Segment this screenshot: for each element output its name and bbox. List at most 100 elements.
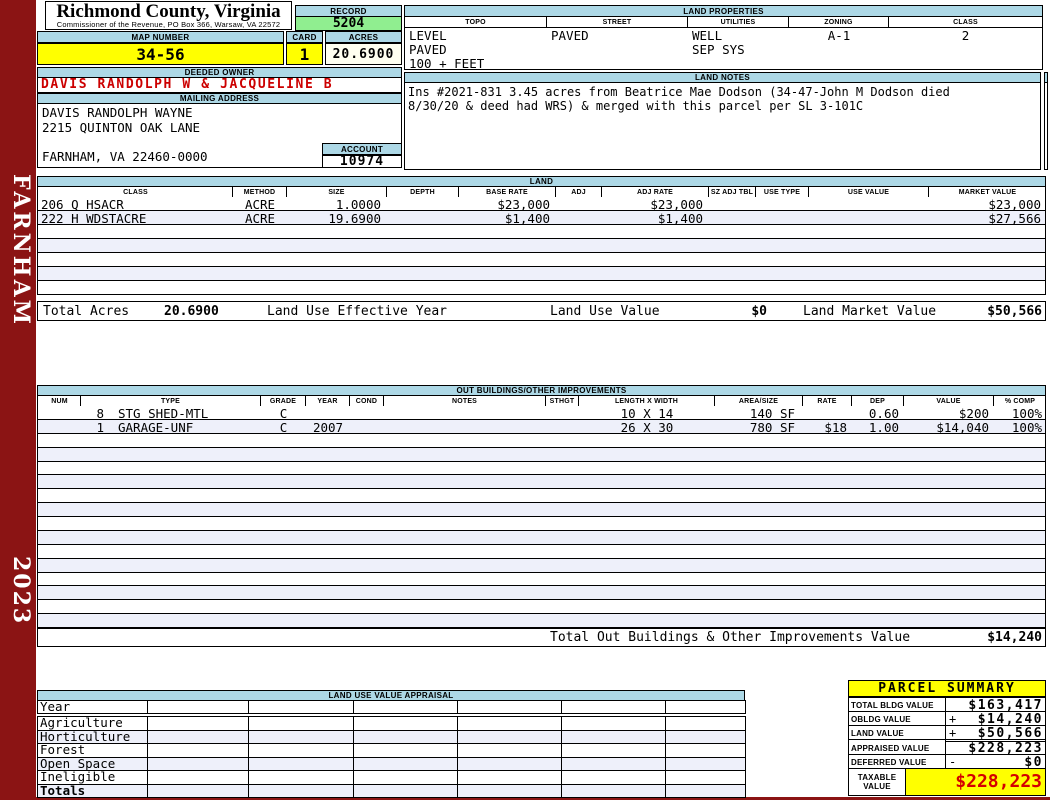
cell-market-value: $27,566 [988,211,1041,226]
summary-row: APPRAISED VALUE $228,223 [848,739,1046,755]
column-header-adj: ADJ [556,187,602,197]
out-buildings-rows: 8 STG SHED-MTL C 10 X 14 140 SF 0.60 $200 100% 1… [37,406,1046,628]
commissioner-line: Commissioner of the Revenue, PO Box 366,… [56,20,281,29]
cell-cond [350,421,384,434]
column-header-area-size: AREA/SIZE [715,396,803,406]
cell-year [306,407,350,420]
class-value: 2 [961,28,970,43]
column-header-adj-rate: ADJ RATE [602,187,709,197]
land-notes-line: 8/30/20 & deed had WRS) & merged with th… [408,99,864,113]
table-row [38,586,1045,601]
cell-year: 2007 [312,419,344,435]
land-use-value-label: Land Use Value [550,304,660,319]
table-row [38,489,1045,504]
card-header: CARD [286,31,323,43]
district-label: FARNHAM [8,174,34,327]
column-header-dep: DEP [852,396,904,406]
utilities-value: WELL [692,28,723,43]
land-notes-title: LAND NOTES [404,72,1041,83]
appraisal-cell [353,716,458,731]
cell-use-type [756,198,809,211]
column-header-base-rate: BASE RATE [459,187,556,197]
cell-size: 19.6900 [328,211,381,226]
cell-cond [350,407,384,420]
cell-num: 8 [96,406,104,421]
land-table-rows: 206 Q HSACR ACRE 1.0000 $23,000 $23,000 $23,0… [37,197,1046,295]
cell-notes [384,407,546,420]
summary-row-label: TOTAL BLDG VALUE [851,701,934,710]
cell-sz-adj-tbl [709,212,756,225]
map-number-header: MAP NUMBER [37,31,284,43]
summary-row-label: OBLDG VALUE [851,715,911,724]
taxable-value-label: TAXABLE VALUE [848,768,906,796]
appraisal-cell [248,743,354,758]
column-header-method: METHOD [233,187,287,197]
cell-value: $200 [958,406,989,421]
appraisal-cell [665,729,746,744]
record-value: 5204 [295,16,402,31]
county-title: Richmond County, Virginia [56,1,281,22]
appraisal-cell [353,756,458,771]
land-totals-row: Total Acres 20.6900 Land Use Effective Y… [37,301,1046,321]
column-header-use-type: USE TYPE [756,187,809,197]
cell-grade: C [279,406,288,421]
summary-row: TOTAL BLDG VALUE $163,417 [848,697,1046,712]
appraisal-cell [147,743,249,758]
topo-value: 100 + FEET [409,56,485,71]
appraisal-row-label: Totals [37,783,148,798]
address-line: DAVIS RANDOLPH WAYNE [42,105,193,120]
appraisal-cell [147,756,249,771]
appraisal-cell [665,770,746,785]
cell-size: 1.0000 [335,197,381,212]
column-header--comp: % COMP [1004,397,1036,405]
column-header-market-value: MARKET VALUE [958,188,1017,196]
cell-use-value [809,212,929,225]
cell-area-size: 780 SF [749,419,795,435]
column-header-class: CLASS [953,18,978,26]
appraisal-cell [353,770,458,785]
map-number-value: 34-56 [37,43,284,65]
appraisal-cell [457,783,562,798]
cell-market-value: $23,000 [988,197,1041,212]
tax-year-label: 2023 [8,556,34,626]
table-row [38,572,1045,587]
appraisal-row-label: Year [37,700,148,714]
cell-base-rate: $1,400 [504,211,550,226]
column-header-zoning: ZONING [789,17,889,27]
cell-depth [387,198,459,211]
cell-method: ACRE [244,211,276,226]
land-properties-column-headers: TOPO STREET UTILITIES ZONING CLASS [405,17,1042,28]
cell-grade: C [279,419,288,435]
column-header-value: VALUE [904,396,994,406]
appraisal-cell [665,716,746,731]
appraisal-cell [561,729,666,744]
cell-num: 1 [96,419,104,435]
appraisal-cell [457,743,562,758]
zoning-value: A-1 [827,28,851,43]
table-row [38,461,1045,476]
column-header-length-x-width: LENGTH X WIDTH [579,396,715,406]
appraisal-cell [457,716,562,731]
appraisal-cell [561,743,666,758]
table-row [38,433,1045,448]
column-header-rate: RATE [803,396,852,406]
cell-length-width: 10 X 14 [620,406,674,421]
out-buildings-total-row: Total Out Buildings & Other Improvements… [37,628,1046,647]
appraisal-cell [665,783,746,798]
column-header-type: TYPE [81,396,261,406]
appraisal-cell [147,783,249,798]
utilities-value: SEP SYS [692,42,745,57]
summary-row: LAND VALUE + $50,566 [848,725,1046,740]
cell-type: STG SHED-MTL [118,406,209,421]
appraisal-cell [457,729,562,744]
table-row [38,267,1045,281]
taxable-value: $228,223 [905,768,1046,796]
cell-pct-comp: 100% [1011,406,1042,421]
appraisal-cell [353,700,458,714]
cell-length-width: 26 X 30 [620,419,674,435]
parcel-summary-title: PARCEL SUMMARY [848,680,1046,697]
acres-header: ACRES [325,31,402,43]
table-row [38,544,1045,559]
address-line: FARNHAM, VA 22460-0000 [42,149,208,164]
left-border-band [0,0,36,800]
